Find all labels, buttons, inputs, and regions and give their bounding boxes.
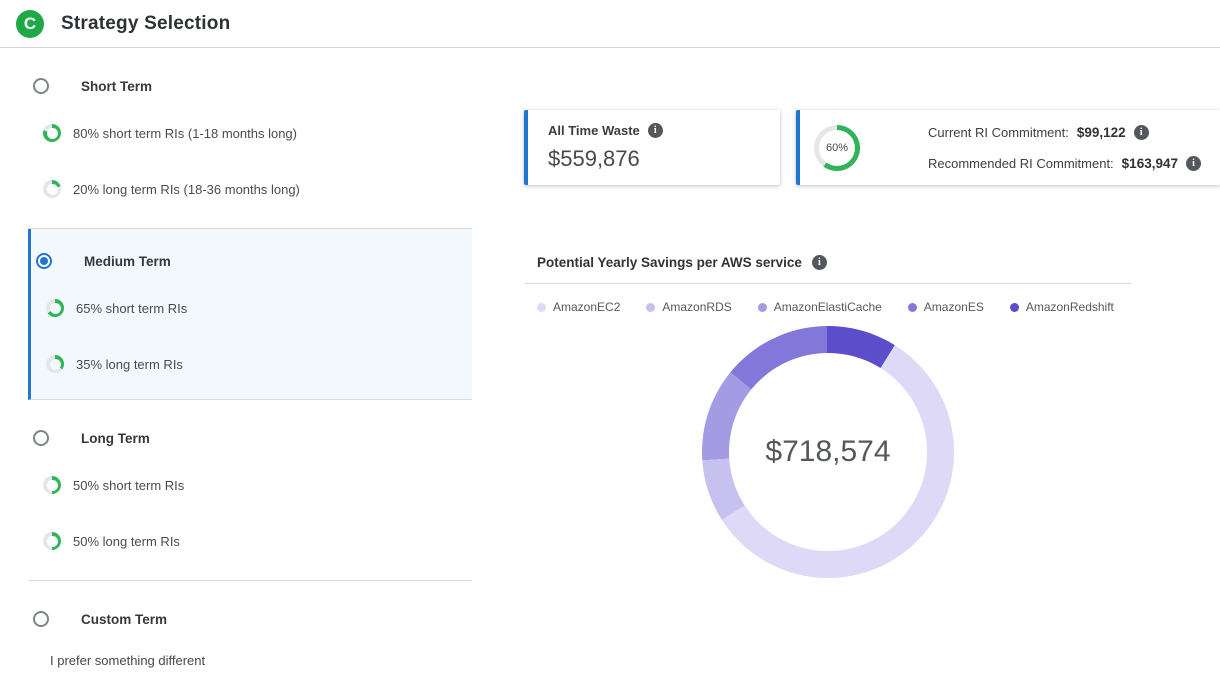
progress-ring-icon <box>43 532 61 550</box>
savings-donut: $718,574 <box>702 326 954 578</box>
sub-option-label: 50% short term RIs <box>73 478 184 493</box>
content: Short Term 80% short term RIs (1-18 mont… <box>0 48 1220 686</box>
app-logo-icon: C <box>16 10 44 38</box>
legend-label: AmazonEC2 <box>553 300 620 314</box>
progress-ring-icon <box>43 124 61 142</box>
option-label: Medium Term <box>84 254 171 269</box>
legend-label: AmazonRedshift <box>1026 300 1114 314</box>
strategy-option-custom-term[interactable]: Custom Term I prefer something different <box>28 581 472 686</box>
divider <box>524 283 1132 284</box>
ri-commitment-card: 60% Current RI Commitment: $99,122 i Rec… <box>796 110 1220 185</box>
legend-item-amazonredshift[interactable]: AmazonRedshift <box>1010 300 1114 314</box>
chart-legend: AmazonEC2 AmazonRDS AmazonElastiCache Am… <box>524 300 1132 314</box>
progress-ring-icon <box>46 299 64 317</box>
summary-cards-row: All Time Waste i $559,876 60% Current RI… <box>524 110 1220 185</box>
current-commitment-label: Current RI Commitment: <box>928 125 1069 140</box>
legend-item-amazonrds[interactable]: AmazonRDS <box>646 300 731 314</box>
progress-ring-icon <box>43 180 61 198</box>
option-label: Custom Term <box>81 612 167 627</box>
current-commitment-line: Current RI Commitment: $99,122 i <box>928 125 1201 140</box>
custom-term-description: I prefer something different <box>28 653 472 668</box>
legend-dot <box>908 303 917 312</box>
radio-custom-term[interactable] <box>33 611 49 627</box>
sub-option: 50% short term RIs <box>28 476 472 494</box>
strategy-option-medium-term[interactable]: Medium Term 65% short term RIs 35% long … <box>28 229 472 400</box>
progress-ring-icon <box>43 476 61 494</box>
app-logo-glyph: C <box>24 14 36 34</box>
recommended-commitment-value: $163,947 <box>1122 156 1178 171</box>
legend-item-amazonelasticache[interactable]: AmazonElastiCache <box>758 300 882 314</box>
all-time-waste-card: All Time Waste i $559,876 <box>524 110 780 185</box>
sub-option-label: 80% short term RIs (1-18 months long) <box>73 126 297 141</box>
ri-gauge: 60% <box>814 125 860 171</box>
legend-label: AmazonES <box>924 300 984 314</box>
current-commitment-value: $99,122 <box>1077 125 1126 140</box>
ri-gauge-label: 60% <box>826 142 848 154</box>
chart-title: Potential Yearly Savings per AWS service <box>537 255 802 270</box>
all-time-waste-value: $559,876 <box>548 146 780 172</box>
info-icon[interactable]: i <box>648 123 663 138</box>
strategy-option-short-term[interactable]: Short Term 80% short term RIs (1-18 mont… <box>28 48 472 229</box>
page-header: C Strategy Selection <box>0 0 1220 48</box>
strategy-options-panel: Short Term 80% short term RIs (1-18 mont… <box>28 48 472 686</box>
strategy-option-long-term[interactable]: Long Term 50% short term RIs 50% long te… <box>28 400 472 581</box>
progress-ring-icon <box>46 355 64 373</box>
legend-item-amazones[interactable]: AmazonES <box>908 300 984 314</box>
savings-chart-section: Potential Yearly Savings per AWS service… <box>524 255 1132 578</box>
radio-short-term[interactable] <box>33 78 49 94</box>
page-title: Strategy Selection <box>61 13 230 35</box>
radio-medium-term[interactable] <box>36 253 52 269</box>
sub-option: 20% long term RIs (18-36 months long) <box>28 180 472 198</box>
legend-dot <box>1010 303 1019 312</box>
info-icon[interactable]: i <box>1186 156 1201 171</box>
legend-dot <box>537 303 546 312</box>
sub-option-label: 50% long term RIs <box>73 534 180 549</box>
sub-option: 35% long term RIs <box>31 355 472 373</box>
recommended-commitment-line: Recommended RI Commitment: $163,947 i <box>928 156 1201 171</box>
recommended-commitment-label: Recommended RI Commitment: <box>928 156 1114 171</box>
radio-long-term[interactable] <box>33 430 49 446</box>
all-time-waste-title: All Time Waste <box>548 123 640 138</box>
sub-option-label: 35% long term RIs <box>76 357 183 372</box>
legend-dot <box>758 303 767 312</box>
sub-option-label: 20% long term RIs (18-36 months long) <box>73 182 300 197</box>
donut-center-value: $718,574 <box>765 435 890 469</box>
sub-option-label: 65% short term RIs <box>76 301 187 316</box>
sub-option: 80% short term RIs (1-18 months long) <box>28 124 472 142</box>
option-label: Long Term <box>81 431 150 446</box>
legend-dot <box>646 303 655 312</box>
sub-option: 65% short term RIs <box>31 299 472 317</box>
option-label: Short Term <box>81 79 152 94</box>
legend-label: AmazonRDS <box>662 300 731 314</box>
main-panel: All Time Waste i $559,876 60% Current RI… <box>472 48 1220 578</box>
sub-option: 50% long term RIs <box>28 532 472 550</box>
info-icon[interactable]: i <box>812 255 827 270</box>
info-icon[interactable]: i <box>1134 125 1149 140</box>
legend-label: AmazonElastiCache <box>774 300 882 314</box>
legend-item-amazonec2[interactable]: AmazonEC2 <box>537 300 620 314</box>
